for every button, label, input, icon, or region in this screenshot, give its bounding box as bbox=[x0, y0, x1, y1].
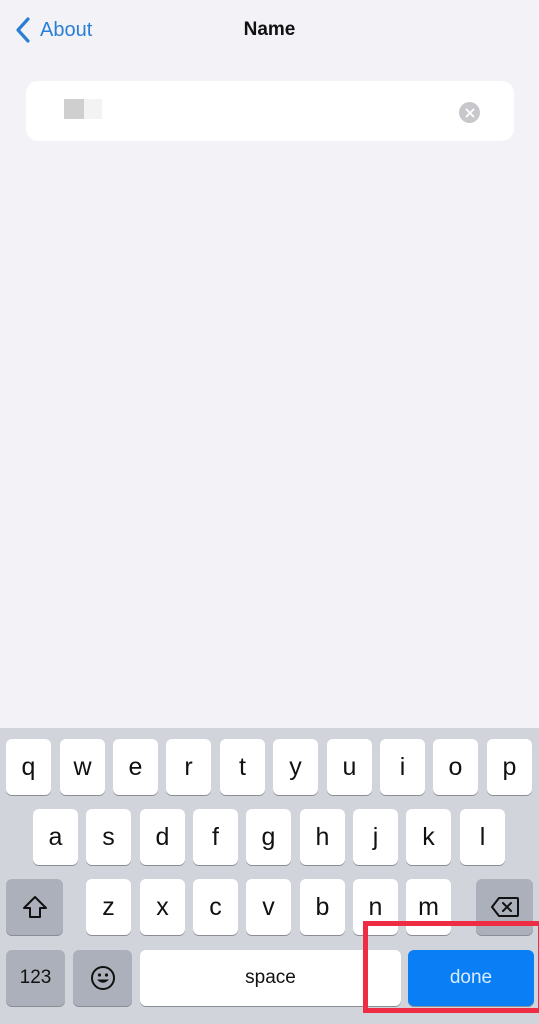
clear-circle-icon bbox=[465, 108, 474, 117]
key-a[interactable]: a bbox=[33, 809, 78, 865]
delete-key[interactable] bbox=[476, 879, 533, 935]
key-p[interactable]: p bbox=[487, 739, 532, 795]
emoji-icon bbox=[90, 966, 115, 990]
key-i[interactable]: i bbox=[380, 739, 425, 795]
key-n[interactable]: n bbox=[353, 879, 398, 935]
key-d[interactable]: d bbox=[140, 809, 185, 865]
key-j[interactable]: j bbox=[353, 809, 398, 865]
key-e[interactable]: e bbox=[113, 739, 158, 795]
shift-icon bbox=[22, 896, 47, 918]
key-q[interactable]: q bbox=[6, 739, 51, 795]
key-k[interactable]: k bbox=[406, 809, 451, 865]
clear-button[interactable] bbox=[459, 102, 480, 123]
key-m[interactable]: m bbox=[406, 879, 451, 935]
space-key[interactable]: space bbox=[140, 950, 401, 1006]
key-w[interactable]: w bbox=[60, 739, 105, 795]
name-field[interactable] bbox=[26, 81, 514, 141]
key-s[interactable]: s bbox=[86, 809, 131, 865]
page-title: Name bbox=[243, 19, 296, 40]
delete-backspace-icon bbox=[490, 897, 519, 917]
key-z[interactable]: z bbox=[86, 879, 131, 935]
key-b[interactable]: b bbox=[300, 879, 345, 935]
key-t[interactable]: t bbox=[220, 739, 265, 795]
keyboard: q w e r t y u i o p a s d f g h j k l z … bbox=[0, 728, 539, 1024]
key-r[interactable]: r bbox=[166, 739, 211, 795]
key-f[interactable]: f bbox=[193, 809, 238, 865]
navigation-bar: About Name bbox=[0, 0, 539, 64]
key-y[interactable]: y bbox=[273, 739, 318, 795]
key-h[interactable]: h bbox=[300, 809, 345, 865]
key-c[interactable]: c bbox=[193, 879, 238, 935]
key-x[interactable]: x bbox=[140, 879, 185, 935]
numbers-key[interactable]: 123 bbox=[6, 950, 65, 1006]
done-key[interactable]: done bbox=[408, 950, 534, 1006]
emoji-key[interactable] bbox=[73, 950, 132, 1006]
shift-key[interactable] bbox=[6, 879, 63, 935]
key-g[interactable]: g bbox=[246, 809, 291, 865]
key-o[interactable]: o bbox=[433, 739, 478, 795]
key-v[interactable]: v bbox=[246, 879, 291, 935]
key-u[interactable]: u bbox=[327, 739, 372, 795]
key-l[interactable]: l bbox=[460, 809, 505, 865]
